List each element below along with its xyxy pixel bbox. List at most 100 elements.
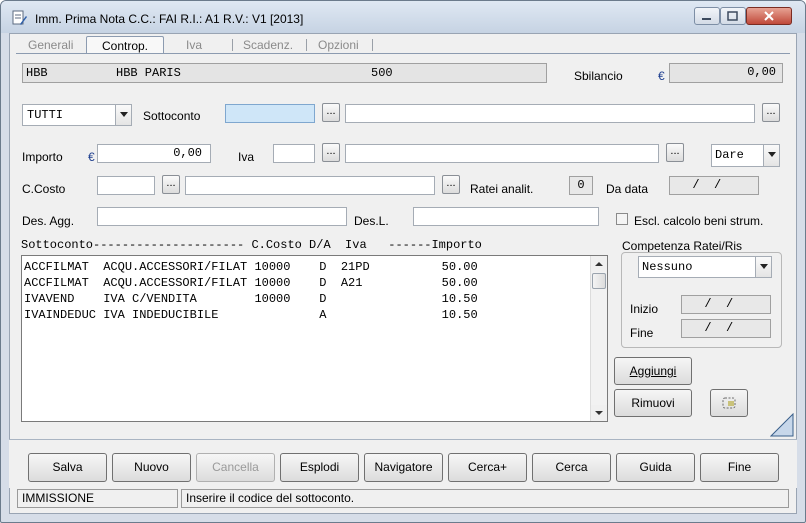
clear-button[interactable] (710, 389, 748, 417)
cancella-label: Cancella (212, 460, 259, 474)
tab-generali[interactable]: Generali (28, 36, 83, 54)
table-header: Sottoconto--------------------- C.Costo … (21, 238, 482, 252)
guida-label: Guida (639, 460, 672, 474)
ratei-analit-label: Ratei analit. (470, 182, 534, 196)
cerca-button[interactable]: Cerca (532, 453, 611, 482)
cerca-label: Cerca (555, 460, 588, 474)
account-info-bar: HBB HBB PARIS 500 (22, 63, 547, 83)
euro-sign: € (658, 69, 665, 83)
document-pen-icon (12, 10, 27, 25)
des-l-input[interactable] (413, 207, 599, 226)
competenza-label: Competenza Ratei/Ris (622, 239, 743, 253)
ratei-count: 0 (569, 176, 593, 195)
table-row[interactable]: ACCFILMAT ACQU.ACCESSORI/FILAT 10000 D A… (24, 275, 478, 291)
sottoconto-description[interactable] (345, 104, 755, 123)
chevron-down-icon (595, 411, 603, 415)
rimuovi-button[interactable]: Rimuovi (614, 389, 692, 417)
navigatore-button[interactable]: Navigatore (364, 453, 443, 482)
ccosto-desc-lookup-button[interactable]: ... (442, 175, 460, 194)
scroll-down-button[interactable] (591, 405, 607, 421)
cerca-plus-button[interactable]: Cerca+ (448, 453, 527, 482)
tab-controp[interactable]: Controp. (86, 36, 164, 54)
close-button[interactable] (746, 7, 792, 25)
account-number: 500 (371, 66, 393, 80)
iva-desc-lookup-button[interactable]: ... (666, 143, 684, 162)
euro-sign: € (88, 150, 95, 164)
main-window: Imm. Prima Nota C.C.: FAI R.I.: A1 R.V.:… (0, 0, 806, 523)
des-l-label: Des.L. (354, 214, 389, 228)
aggiungi-button[interactable]: Aggiungi (614, 357, 692, 385)
sottoconto-lookup-button[interactable]: ... (322, 103, 340, 122)
des-agg-label: Des. Agg. (22, 214, 75, 228)
status-message: Inserire il codice del sottoconto. (181, 489, 789, 508)
esplodi-button[interactable]: Esplodi (280, 453, 359, 482)
tab-iva[interactable]: Iva (186, 36, 216, 54)
des-agg-input[interactable] (97, 207, 347, 226)
salva-label: Salva (52, 460, 83, 474)
dare-avere-select[interactable]: Dare (711, 144, 780, 167)
tab-opzioni[interactable]: Opzioni (318, 36, 368, 54)
table-row[interactable]: ACCFILMAT ACQU.ACCESSORI/FILAT 10000 D 2… (24, 259, 478, 275)
tab-separator (306, 39, 307, 51)
close-icon (764, 11, 774, 21)
chevron-down-icon (755, 257, 771, 277)
maximize-button[interactable] (720, 7, 746, 25)
filter-select-value: TUTTI (27, 108, 64, 122)
da-data-field: / / (669, 176, 759, 195)
competenza-select-value: Nessuno (642, 260, 693, 274)
nuovo-button[interactable]: Nuovo (112, 453, 191, 482)
da-data-label: Da data (606, 182, 649, 196)
table-row[interactable]: IVAVEND IVA C/VENDITA 10000 D 10.50 (24, 291, 478, 307)
resize-corner-icon[interactable] (769, 412, 794, 437)
scroll-up-button[interactable] (591, 256, 607, 272)
chevron-down-icon (115, 105, 131, 125)
sottoconto-label: Sottoconto (143, 109, 201, 123)
rimuovi-label: Rimuovi (631, 396, 675, 410)
minimize-button[interactable] (694, 7, 720, 25)
window-title: Imm. Prima Nota C.C.: FAI R.I.: A1 R.V.:… (35, 12, 304, 26)
sottoconto-input[interactable] (225, 104, 315, 123)
scroll-thumb[interactable] (592, 273, 606, 289)
cancella-button[interactable]: Cancella (196, 453, 275, 482)
escl-label: Escl. calcolo beni strum. (634, 214, 764, 228)
cerca-plus-label: Cerca+ (467, 460, 508, 474)
importo-input[interactable]: 0,00 (97, 144, 211, 163)
ccosto-label: C.Costo (22, 182, 66, 196)
table-row[interactable]: IVAINDEDUC IVA INDEDUCIBILE A 10.50 (24, 307, 478, 323)
tab-scadenz[interactable]: Scadenz. (243, 36, 303, 54)
navigatore-label: Navigatore (374, 460, 433, 474)
nuovo-label: Nuovo (134, 460, 169, 474)
account-name: HBB PARIS (116, 66, 181, 80)
title-bar: Imm. Prima Nota C.C.: FAI R.I.: A1 R.V.:… (1, 1, 805, 33)
fine-button[interactable]: Fine (700, 453, 779, 482)
guida-button[interactable]: Guida (616, 453, 695, 482)
inizio-field: / / (681, 295, 771, 314)
competenza-select[interactable]: Nessuno (638, 256, 772, 278)
sbilancio-field: 0,00 (669, 63, 783, 83)
ccosto-input[interactable] (97, 176, 155, 195)
esplodi-label: Esplodi (299, 460, 340, 474)
salva-button[interactable]: Salva (28, 453, 107, 482)
filter-select[interactable]: TUTTI (22, 104, 132, 126)
chevron-down-icon (763, 145, 779, 166)
iva-lookup-button[interactable]: ... (322, 143, 340, 162)
sbilancio-label: Sbilancio (574, 69, 623, 83)
ccosto-description[interactable] (185, 176, 435, 195)
chevron-up-icon (595, 262, 603, 266)
iva-input[interactable] (273, 144, 315, 163)
account-code: HBB (26, 66, 48, 80)
status-mode: IMMISSIONE (17, 489, 178, 508)
iva-description[interactable] (345, 144, 659, 163)
eraser-icon (722, 397, 736, 409)
vertical-scrollbar[interactable] (590, 256, 607, 421)
ccosto-lookup-button[interactable]: ... (162, 175, 180, 194)
inizio-label: Inizio (630, 302, 659, 316)
fine-field: / / (681, 319, 771, 338)
iva-label: Iva (238, 150, 255, 164)
contropartite-list[interactable]: ACCFILMAT ACQU.ACCESSORI/FILAT 10000 D 2… (21, 255, 608, 422)
sottoconto-desc-lookup-button[interactable]: ... (762, 103, 780, 122)
maximize-icon (727, 11, 738, 21)
escl-checkbox[interactable] (616, 213, 628, 225)
fine-label: Fine (727, 460, 752, 474)
tab-separator (232, 39, 233, 51)
